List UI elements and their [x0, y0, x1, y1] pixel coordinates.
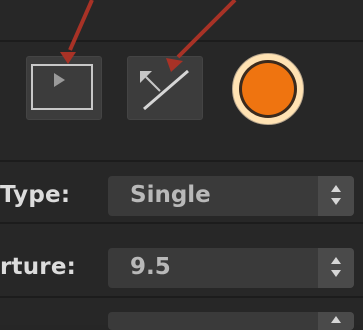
aperture-select[interactable]: 9.5 [108, 248, 354, 288]
record-icon [242, 63, 294, 115]
diagonal-line-tool-icon [140, 69, 189, 111]
record-ring [239, 60, 297, 118]
divider [0, 222, 363, 224]
record-button[interactable] [232, 53, 304, 125]
type-label: Type: [0, 182, 71, 208]
type-select[interactable]: Single [108, 176, 354, 216]
type-value: Single [130, 182, 211, 208]
divider [0, 40, 363, 42]
chevron-up-icon [331, 316, 341, 323]
tool-panel: Type: Single rture: 9.5 [0, 0, 363, 330]
line-tool-button[interactable] [127, 56, 203, 120]
next-select[interactable] [108, 312, 354, 330]
next-stepper[interactable] [318, 312, 354, 330]
aperture-stepper[interactable] [318, 248, 354, 288]
divider [0, 296, 363, 298]
play-button[interactable] [26, 56, 102, 120]
divider [0, 160, 363, 162]
play-box [31, 64, 93, 110]
chevron-up-icon [331, 185, 341, 192]
type-stepper[interactable] [318, 176, 354, 216]
chevron-down-icon [331, 198, 341, 205]
chevron-down-icon [331, 270, 341, 277]
aperture-label: rture: [0, 254, 77, 280]
play-icon [54, 73, 65, 87]
chevron-up-icon [331, 257, 341, 264]
aperture-value: 9.5 [130, 254, 171, 280]
